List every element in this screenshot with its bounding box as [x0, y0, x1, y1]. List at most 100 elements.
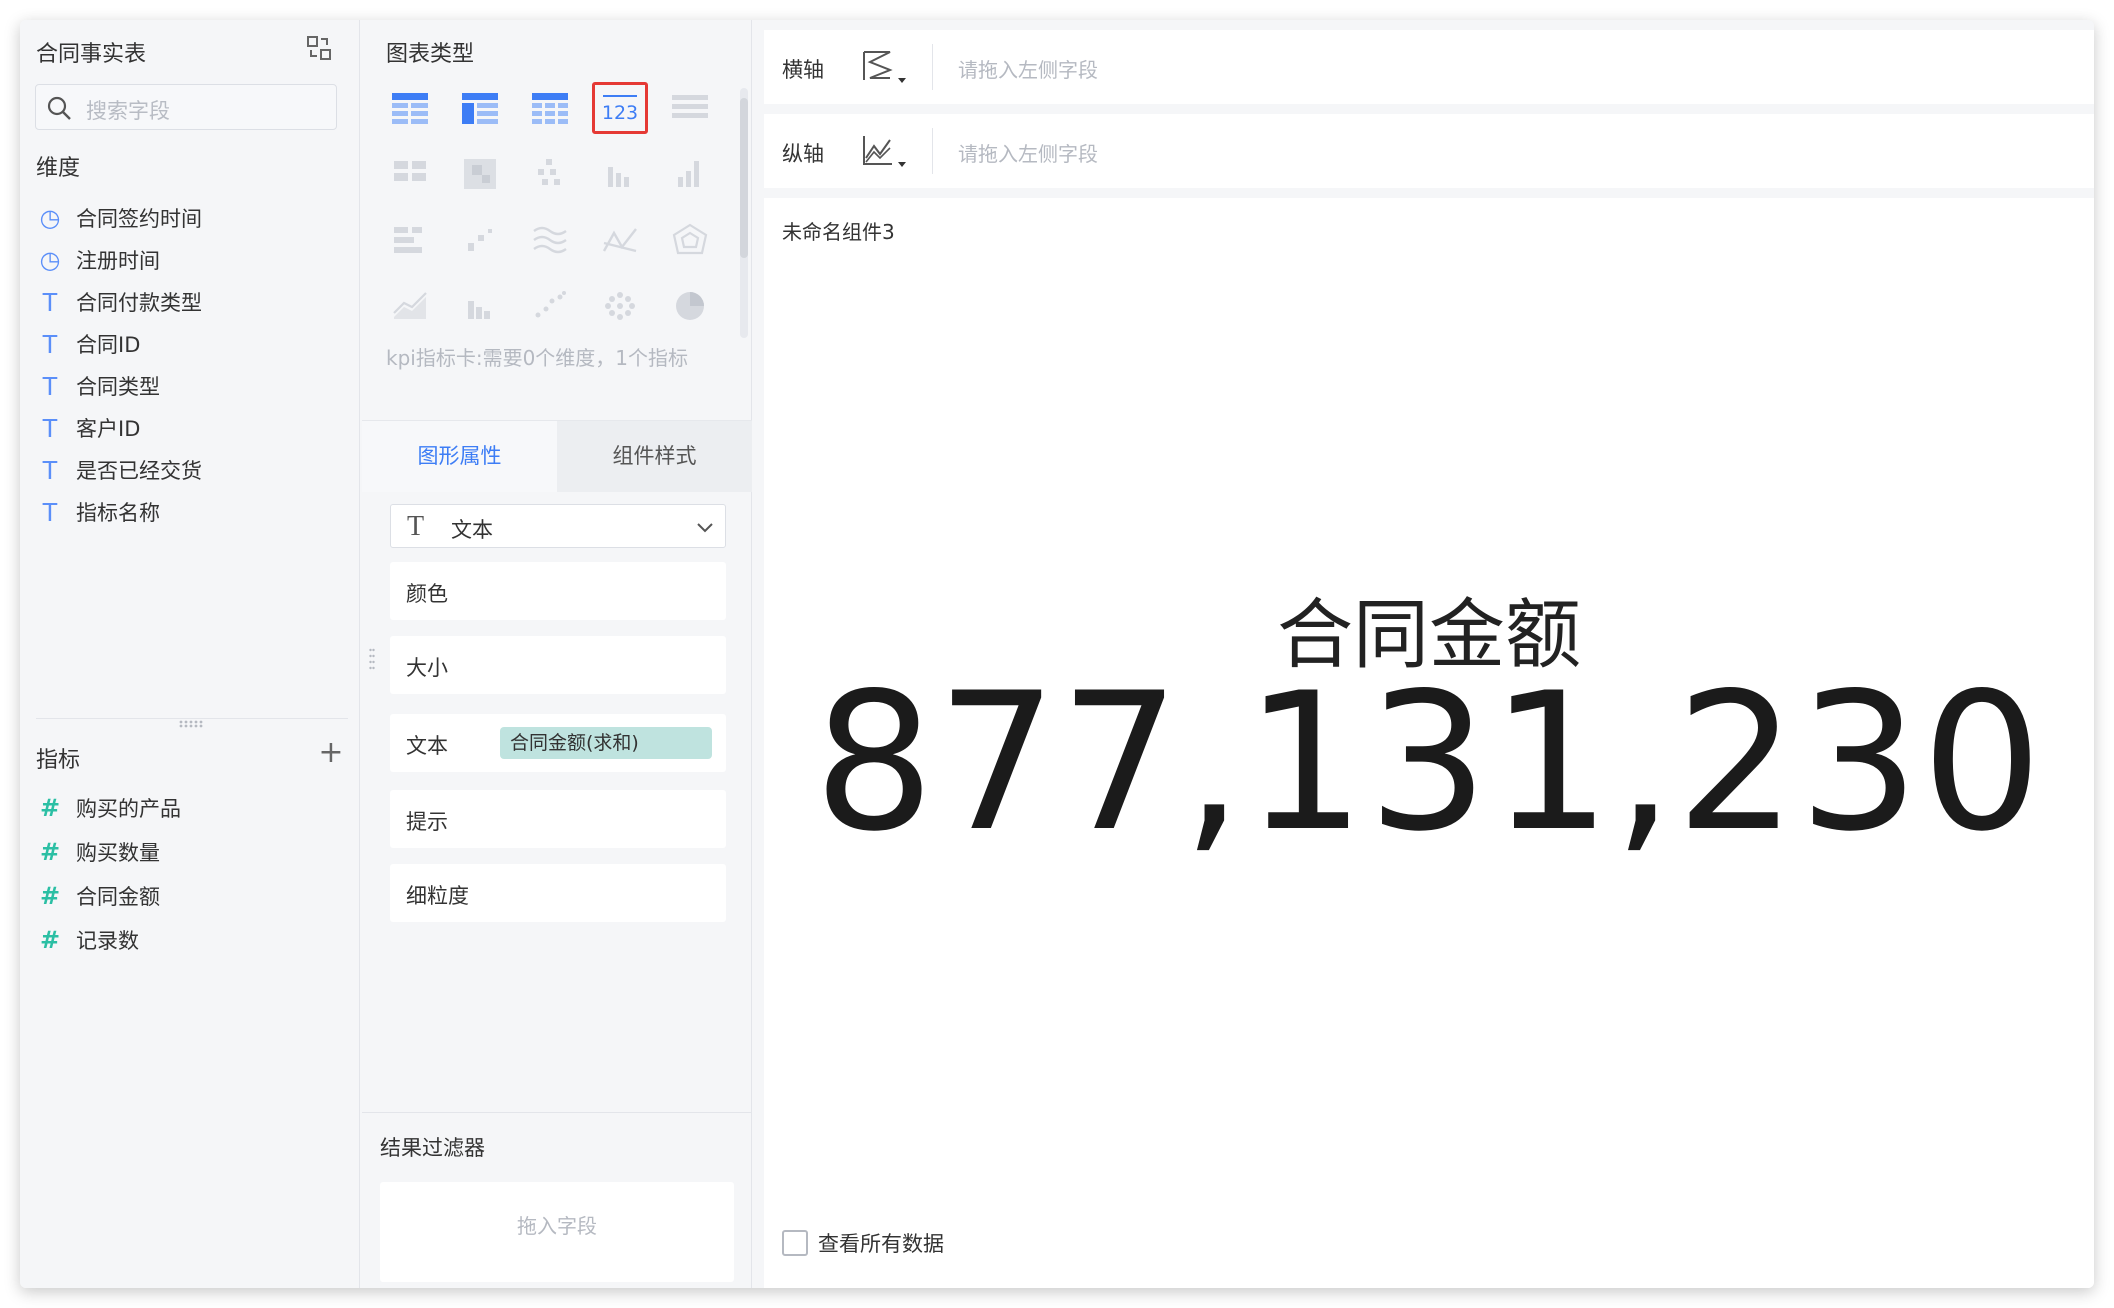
chart-type-scrollbar[interactable]	[740, 88, 748, 338]
scrollbar-thumb[interactable]	[740, 98, 748, 258]
x-axis-label: 横轴	[782, 58, 824, 82]
text-type-icon: T	[42, 497, 58, 527]
text-field-pill[interactable]: 合同金额(求和)	[500, 727, 712, 759]
x-axis-placeholder: 请拖入左侧字段	[958, 58, 1098, 82]
property-color[interactable]: 颜色	[390, 562, 726, 620]
kpi-value: 877,131,230	[813, 652, 2045, 873]
view-all-checkbox[interactable]	[782, 1230, 808, 1256]
dimension-label: 指标名称	[76, 501, 160, 525]
chart-type-hint: kpi指标卡:需要0个维度，1个指标	[386, 346, 689, 370]
chart-type-table-icon[interactable]	[382, 82, 438, 134]
result-filter-heading: 结果过滤器	[380, 1136, 485, 1160]
dimension-item-contract-sign-time[interactable]: ◷ 合同签约时间	[36, 200, 202, 236]
text-type-icon: T	[42, 287, 58, 317]
dimension-item-customer-id[interactable]: T 客户ID	[36, 410, 140, 446]
chart-type-stacked-icon[interactable]	[382, 214, 438, 266]
add-metric-button[interactable]: +	[316, 738, 346, 768]
widget-title[interactable]: 未命名组件3	[782, 216, 895, 245]
clock-icon: ◷	[39, 246, 61, 274]
dimension-label: 合同类型	[76, 375, 160, 399]
dimension-label: 客户ID	[76, 417, 141, 441]
text-type-icon: T	[42, 413, 58, 443]
property-tabs: 图形属性 组件样式	[362, 420, 752, 492]
metric-item-record-count[interactable]: # 记录数	[36, 922, 139, 958]
y-axis-chart-icon[interactable]	[860, 132, 910, 172]
chart-type-block-icon[interactable]	[382, 148, 438, 200]
filter-divider	[362, 1112, 752, 1113]
mark-type-value: 文本	[451, 518, 493, 542]
metric-item-purchase-quantity[interactable]: # 购买数量	[36, 834, 160, 870]
chart-type-heatmap-icon[interactable]	[452, 148, 508, 200]
dimension-item-contract-type[interactable]: T 合同类型	[36, 368, 160, 404]
drop-zone-hint: 拖入字段	[517, 1214, 597, 1238]
metric-label: 记录数	[76, 929, 139, 953]
text-mark-icon: T	[407, 511, 425, 542]
search-icon	[47, 96, 71, 120]
dimension-item-metric-name[interactable]: T 指标名称	[36, 494, 160, 530]
filter-drop-zone[interactable]: 拖入字段	[380, 1182, 734, 1282]
mark-type-select[interactable]: T 文本	[390, 504, 726, 548]
axis-separator	[932, 44, 933, 90]
dimension-label: 注册时间	[76, 249, 160, 273]
search-placeholder: 搜索字段	[86, 99, 170, 123]
chart-type-scatter-icon[interactable]	[522, 280, 578, 332]
metric-label: 购买的产品	[76, 797, 181, 821]
app-window: 合同事实表 搜索字段 维度 ◷ 合同签约时间 ◷ 注册时间 T 合同付款类型 T…	[20, 20, 2094, 1288]
chart-type-line-icon[interactable]	[592, 214, 648, 266]
tab-component-style[interactable]: 组件样式	[557, 421, 752, 492]
chart-type-detail-table-icon[interactable]	[662, 82, 718, 134]
dimension-label: 是否已经交货	[76, 459, 202, 483]
x-axis-shelf[interactable]: 横轴 请拖入左侧字段	[764, 30, 2094, 104]
property-text[interactable]: 文本 合同金额(求和)	[390, 714, 726, 772]
view-all-data[interactable]: 查看所有数据	[782, 1228, 944, 1258]
property-label: 提示	[406, 810, 448, 834]
text-type-icon: T	[42, 371, 58, 401]
search-field-input[interactable]: 搜索字段	[35, 84, 337, 130]
x-axis-sort-icon[interactable]	[860, 48, 910, 88]
canvas-area: 横轴 请拖入左侧字段 纵轴 请拖入左侧字段 未命名组件3 合同金额 877,13…	[754, 20, 2094, 1288]
chart-type-bubble-icon[interactable]	[522, 148, 578, 200]
hash-icon: #	[39, 882, 61, 910]
metric-item-purchased-product[interactable]: # 购买的产品	[36, 790, 181, 826]
dimension-label: 合同签约时间	[76, 207, 202, 231]
chart-type-pie-icon[interactable]	[662, 280, 718, 332]
hash-icon: #	[39, 926, 61, 954]
chevron-down-icon	[697, 523, 713, 533]
metric-item-contract-amount[interactable]: # 合同金额	[36, 878, 160, 914]
dataset-title: 合同事实表	[36, 42, 147, 67]
chart-type-grid: 123	[382, 82, 732, 332]
chart-type-cross-table-icon[interactable]	[522, 82, 578, 134]
property-size[interactable]: 大小	[390, 636, 726, 694]
switch-dataset-icon[interactable]	[305, 34, 333, 62]
field-panel: 合同事实表 搜索字段 维度 ◷ 合同签约时间 ◷ 注册时间 T 合同付款类型 T…	[20, 20, 360, 1288]
chart-type-mixed-icon[interactable]	[452, 280, 508, 332]
dimension-label: 合同ID	[76, 333, 141, 357]
metrics-heading: 指标	[36, 748, 81, 773]
metric-label: 合同金额	[76, 885, 160, 909]
hash-icon: #	[39, 794, 61, 822]
chart-type-column-icon[interactable]	[592, 148, 648, 200]
resize-handle-icon[interactable]	[178, 719, 206, 729]
y-axis-placeholder: 请拖入左侧字段	[958, 142, 1098, 166]
chart-type-radar-icon[interactable]	[662, 214, 718, 266]
chart-type-dot-map-icon[interactable]	[592, 280, 648, 332]
property-label: 大小	[406, 656, 448, 680]
dimension-item-register-time[interactable]: ◷ 注册时间	[36, 242, 160, 278]
property-label: 颜色	[406, 582, 448, 606]
chart-type-scatter-bar-icon[interactable]	[452, 214, 508, 266]
axis-separator	[932, 128, 933, 174]
property-tooltip[interactable]: 提示	[390, 790, 726, 848]
chart-type-wave-icon[interactable]	[522, 214, 578, 266]
chart-type-group-table-icon[interactable]	[452, 82, 508, 134]
dimension-item-delivered[interactable]: T 是否已经交货	[36, 452, 202, 488]
chart-type-bar-icon[interactable]	[662, 148, 718, 200]
y-axis-shelf[interactable]: 纵轴 请拖入左侧字段	[764, 114, 2094, 188]
chart-type-kpi-icon[interactable]: 123	[592, 82, 648, 134]
chart-config-panel: 图表类型 123 kpi指标卡:需要0个维度，1个指标 图形属性 组件样式 T …	[362, 20, 752, 1288]
property-granularity[interactable]: 细粒度	[390, 864, 726, 922]
dimension-item-payment-type[interactable]: T 合同付款类型	[36, 284, 202, 320]
chart-type-area-icon[interactable]	[382, 280, 438, 332]
dimension-item-contract-id[interactable]: T 合同ID	[36, 326, 140, 362]
resize-grip-icon[interactable]	[369, 647, 375, 671]
tab-graphic-properties[interactable]: 图形属性	[362, 421, 557, 492]
